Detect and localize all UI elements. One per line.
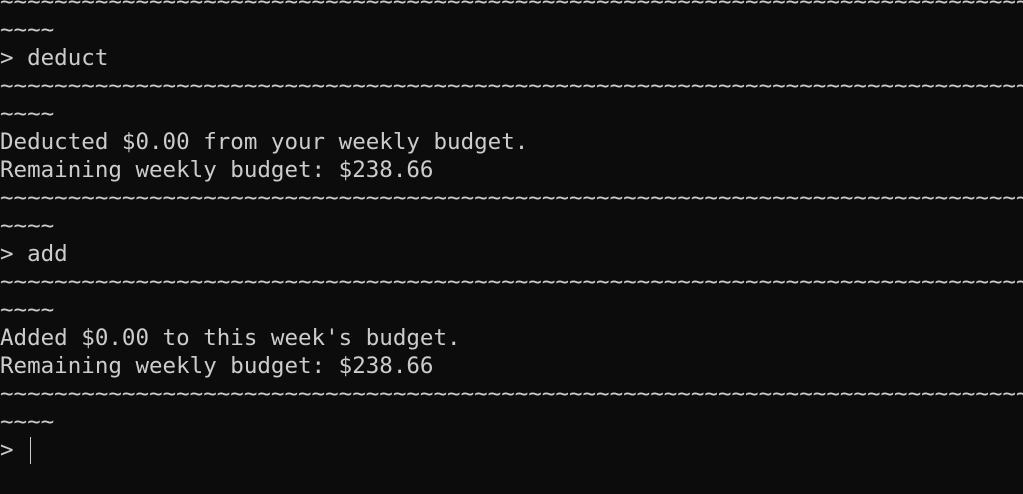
- output-remaining-budget: Remaining weekly budget: $238.66: [0, 353, 434, 379]
- divider-tail: ~~~~: [0, 17, 55, 43]
- output-deducted-message: Deducted $0.00 from your weekly budget.: [0, 129, 529, 155]
- divider-line: ~~~~~~~~~~~~~~~~~~~~~~~~~~~~~~~~~~~~~~~~…: [0, 185, 1023, 211]
- divider-tail: ~~~~: [0, 409, 55, 435]
- prompt-symbol: >: [0, 437, 28, 463]
- divider-tail: ~~~~: [0, 101, 55, 127]
- text-cursor: [30, 436, 32, 464]
- divider-tail: ~~~~: [0, 213, 55, 239]
- output-added-message: Added $0.00 to this week's budget.: [0, 325, 461, 351]
- terminal-window[interactable]: ~~~~~~~~~~~~~~~~~~~~~~~~~~~~~~~~~~~~~~~~…: [0, 0, 1023, 494]
- command-line-add: > add: [0, 241, 68, 267]
- divider-line: ~~~~~~~~~~~~~~~~~~~~~~~~~~~~~~~~~~~~~~~~…: [0, 73, 1023, 99]
- output-remaining-budget: Remaining weekly budget: $238.66: [0, 157, 434, 183]
- divider-line: ~~~~~~~~~~~~~~~~~~~~~~~~~~~~~~~~~~~~~~~~…: [0, 269, 1023, 295]
- terminal-output: ~~~~~~~~~~~~~~~~~~~~~~~~~~~~~~~~~~~~~~~~…: [0, 0, 1023, 464]
- divider-line: ~~~~~~~~~~~~~~~~~~~~~~~~~~~~~~~~~~~~~~~~…: [0, 381, 1023, 407]
- divider-tail: ~~~~: [0, 297, 55, 323]
- input-prompt-line[interactable]: >: [0, 436, 1023, 464]
- command-line-deduct: > deduct: [0, 45, 109, 71]
- divider-line: ~~~~~~~~~~~~~~~~~~~~~~~~~~~~~~~~~~~~~~~~…: [0, 0, 1023, 15]
